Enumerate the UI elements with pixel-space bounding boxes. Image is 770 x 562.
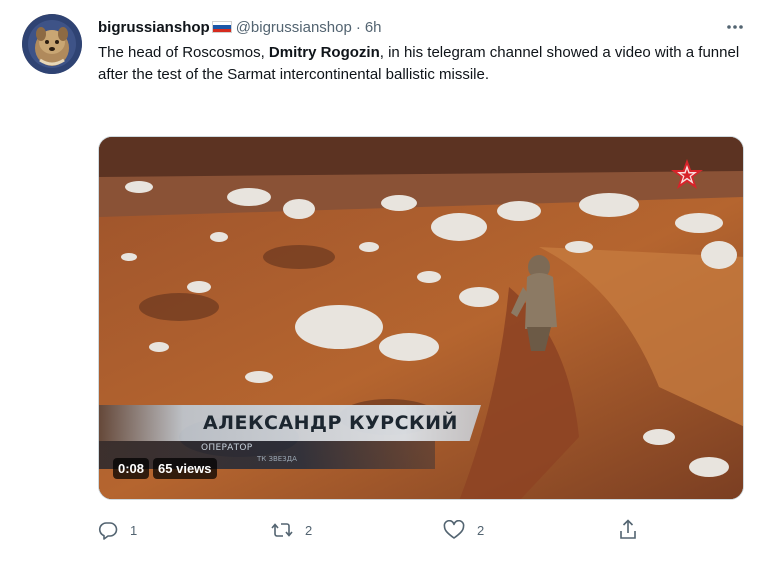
tweet-header: bigrussianshop @bigrussianshop · 6h: [98, 16, 382, 38]
tweet-card[interactable]: bigrussianshop @bigrussianshop · 6h The …: [0, 0, 770, 562]
zvezda-star-icon: [669, 157, 705, 193]
lower-third-subtitle: ТК ЗВЕЗДА: [257, 455, 297, 463]
lower-third-role: ОПЕРАТОР: [201, 443, 253, 453]
share-icon: [618, 519, 638, 541]
separator-dot: ·: [355, 18, 361, 36]
retweet-icon: [271, 520, 293, 540]
mentioned-person: Dmitry Rogozin: [268, 44, 380, 61]
tweet-time[interactable]: 6h: [365, 19, 382, 36]
share-button[interactable]: [618, 519, 638, 541]
video-player[interactable]: АЛЕКСАНДР КУРСКИЙ ОПЕРАТОР ТК ЗВЕЗДА 0:0…: [98, 136, 744, 500]
tweet-text: The head of Roscosmos, Dmitry Rogozin, i…: [98, 42, 748, 86]
like-button[interactable]: 2: [443, 520, 484, 540]
avatar[interactable]: [22, 14, 82, 74]
reply-count: 1: [130, 522, 138, 538]
retweet-button[interactable]: 2: [271, 520, 312, 540]
video-views: 65 views: [153, 458, 217, 479]
more-icon[interactable]: [724, 18, 746, 36]
video-meta: 0:08 65 views: [113, 458, 217, 479]
russia-flag-icon: [211, 21, 232, 33]
user-handle[interactable]: @bigrussianshop: [236, 19, 352, 36]
video-duration: 0:08: [113, 458, 150, 479]
lower-third-name-bar: АЛЕКСАНДР КУРСКИЙ: [99, 405, 481, 441]
tweet-text-start: The head of Roscosmos,: [98, 44, 269, 61]
lower-third-name: АЛЕКСАНДР КУРСКИЙ: [203, 412, 458, 434]
action-bar: 1 2 2: [98, 516, 646, 544]
like-count: 2: [477, 522, 485, 538]
reply-icon: [98, 520, 118, 540]
retweet-count: 2: [305, 522, 313, 538]
display-name[interactable]: bigrussianshop: [98, 19, 210, 36]
heart-icon: [443, 520, 465, 540]
reply-button[interactable]: 1: [98, 520, 137, 540]
